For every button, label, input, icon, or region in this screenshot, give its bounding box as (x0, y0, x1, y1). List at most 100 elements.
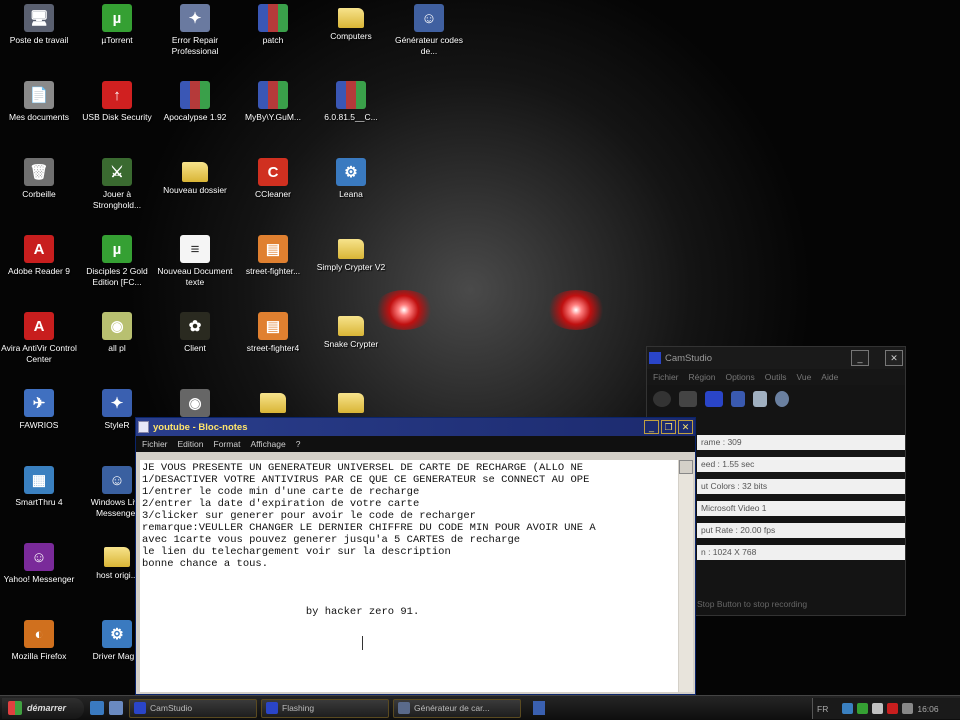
tray-volume-icon[interactable] (902, 703, 914, 714)
menu-edition[interactable]: Edition (178, 439, 204, 449)
app-icon: 📄 (24, 81, 54, 109)
language-indicator[interactable]: FR (817, 704, 828, 714)
app-icon: ☺ (102, 466, 132, 494)
menu-fichier[interactable]: Fichier (142, 439, 168, 449)
stat-elapsed: eed : 1.55 sec (697, 457, 905, 472)
menu-affichage[interactable]: Affichage (250, 439, 285, 449)
tray-utorrent-icon[interactable] (857, 703, 869, 714)
menu-outils[interactable]: Outils (765, 372, 787, 382)
settings-icon[interactable] (775, 391, 789, 407)
folder-icon (338, 316, 364, 336)
desktop-icon[interactable] (234, 389, 312, 416)
desktop-icon[interactable]: ✿ Client (156, 312, 234, 354)
record-button[interactable] (653, 391, 671, 407)
taskbar: démarrer CamStudio Flashing Générateur d… (0, 695, 960, 720)
task-camstudio[interactable]: CamStudio (129, 698, 257, 718)
quick-launch (90, 701, 123, 715)
tray-security-icon[interactable] (872, 703, 884, 714)
app-icon: ▤ (258, 235, 288, 263)
desktop-icon[interactable]: 🗑 Corbeille (0, 158, 78, 200)
notepad-window: youtube - Bloc-notes _ ❐ ✕ Fichier Editi… (135, 417, 696, 695)
app-icon: A (24, 312, 54, 340)
stop-button[interactable] (705, 391, 723, 407)
desktop-icon[interactable]: ⚙ Leana (312, 158, 390, 200)
desktop-icon[interactable]: ☺ Yahoo! Messenger (0, 543, 78, 585)
desktop-icon[interactable]: Computers (312, 4, 390, 42)
desktop-icon-label: Disciples 2 Gold Edition [FC... (86, 266, 148, 287)
annotate-icon[interactable] (753, 391, 767, 407)
camstudio-titlebar[interactable]: CamStudio _ ✕ (647, 347, 905, 369)
camstudio-title: CamStudio (665, 352, 712, 364)
menu-help[interactable]: ? (296, 439, 301, 449)
desktop-icon[interactable]: ◉ (156, 389, 234, 420)
desktop-icon[interactable]: µ Disciples 2 Gold Edition [FC... (78, 235, 156, 288)
minimize-button[interactable]: _ (851, 350, 869, 366)
task-flashing[interactable]: Flashing (261, 698, 389, 718)
scroll-up-arrow[interactable] (679, 460, 693, 474)
menu-options[interactable]: Options (725, 372, 754, 382)
menu-vue[interactable]: Vue (796, 372, 811, 382)
start-button[interactable]: démarrer (2, 697, 84, 719)
desktop-icon[interactable]: 📄 Mes documents (0, 81, 78, 123)
desktop-icon[interactable]: Simply Crypter V2 (312, 235, 390, 273)
desktop-icon[interactable] (312, 389, 390, 416)
quicklaunch-ie-icon[interactable] (90, 701, 104, 715)
app-icon: ✿ (180, 312, 210, 340)
desktop-icon[interactable]: ◉ all pl (78, 312, 156, 354)
desktop-icon[interactable]: 6.0.81.5__C... (312, 81, 390, 123)
stat-colors: ut Colors : 32 bits (697, 479, 905, 494)
desktop-icon[interactable]: ⚔ Jouer à Stronghold... (78, 158, 156, 211)
close-button[interactable]: ✕ (678, 420, 693, 434)
archive-icon (336, 81, 366, 109)
desktop-icon[interactable]: 🖥 Poste de travail (0, 4, 78, 46)
desktop-icon[interactable]: A Avira AntiVir Control Center (0, 312, 78, 365)
desktop-icon[interactable]: ↑ USB Disk Security (78, 81, 156, 123)
desktop-icon[interactable]: MyBy\Y.GuM... (234, 81, 312, 123)
menu-region[interactable]: Région (689, 372, 716, 382)
desktop-icon[interactable]: ≡ Nouveau Document texte (156, 235, 234, 288)
desktop-icon-label: USB Disk Security (82, 112, 152, 122)
desktop-icon[interactable]: patch (234, 4, 312, 46)
desktop-icon[interactable]: ☺ Générateur codes de... (390, 4, 468, 57)
desktop-icon[interactable]: ▤ street-fighter4 (234, 312, 312, 354)
desktop-icon[interactable]: ✈ FAWRIOS (0, 389, 78, 431)
tray-avira-icon[interactable] (887, 703, 899, 714)
vertical-scrollbar[interactable] (679, 460, 693, 692)
desktop-icon[interactable]: µ µTorrent (78, 4, 156, 46)
notepad-task-icon[interactable] (533, 701, 545, 715)
maximize-button[interactable]: ❐ (661, 420, 676, 434)
notepad-titlebar[interactable]: youtube - Bloc-notes _ ❐ ✕ (136, 418, 695, 436)
region-icon[interactable] (731, 391, 745, 407)
desktop-icon[interactable]: ▦ SmartThru 4 (0, 466, 78, 508)
minimize-button[interactable]: _ (644, 420, 659, 434)
folder-icon (338, 239, 364, 259)
close-button[interactable]: ✕ (885, 350, 903, 366)
desktop-icon-label: street-fighter... (245, 266, 301, 276)
generateur-task-icon (398, 702, 410, 714)
menu-format[interactable]: Format (214, 439, 241, 449)
task-label: CamStudio (150, 703, 193, 713)
text-editor-area[interactable]: JE VOUS PRESENTE UN GENERATEUR UNIVERSEL… (140, 460, 678, 692)
tray-network-icon[interactable] (842, 703, 854, 714)
desktop-icon-label: Client (184, 343, 206, 353)
desktop-icon-label: Mes documents (9, 112, 69, 122)
folder-icon (338, 393, 364, 413)
desktop-icon-label: Error Repair Professional (171, 35, 219, 56)
menu-fichier[interactable]: Fichier (653, 372, 679, 382)
desktop-icon[interactable]: ▤ street-fighter... (234, 235, 312, 277)
clock[interactable]: 16:06 (917, 704, 938, 714)
desktop-icon[interactable]: Nouveau dossier (156, 158, 234, 196)
desktop-icon-label: Nouveau Document texte (157, 266, 233, 287)
desktop-icon[interactable]: C CCleaner (234, 158, 312, 200)
task-generateur[interactable]: Générateur de car... (393, 698, 521, 718)
desktop-icon[interactable]: ◐ Mozilla Firefox (0, 620, 78, 662)
desktop-icon-label: Corbeille (22, 189, 56, 199)
desktop-icon[interactable]: A Adobe Reader 9 (0, 235, 78, 277)
menu-aide[interactable]: Aide (821, 372, 838, 382)
quicklaunch-desktop-icon[interactable] (109, 701, 123, 715)
desktop-icon[interactable]: Snake Crypter (312, 312, 390, 350)
pause-button[interactable] (679, 391, 697, 407)
desktop-icon[interactable]: Apocalypse 1.92 (156, 81, 234, 123)
desktop-icon-label: Jouer à Stronghold... (92, 189, 142, 210)
desktop-icon[interactable]: ✦ Error Repair Professional (156, 4, 234, 57)
